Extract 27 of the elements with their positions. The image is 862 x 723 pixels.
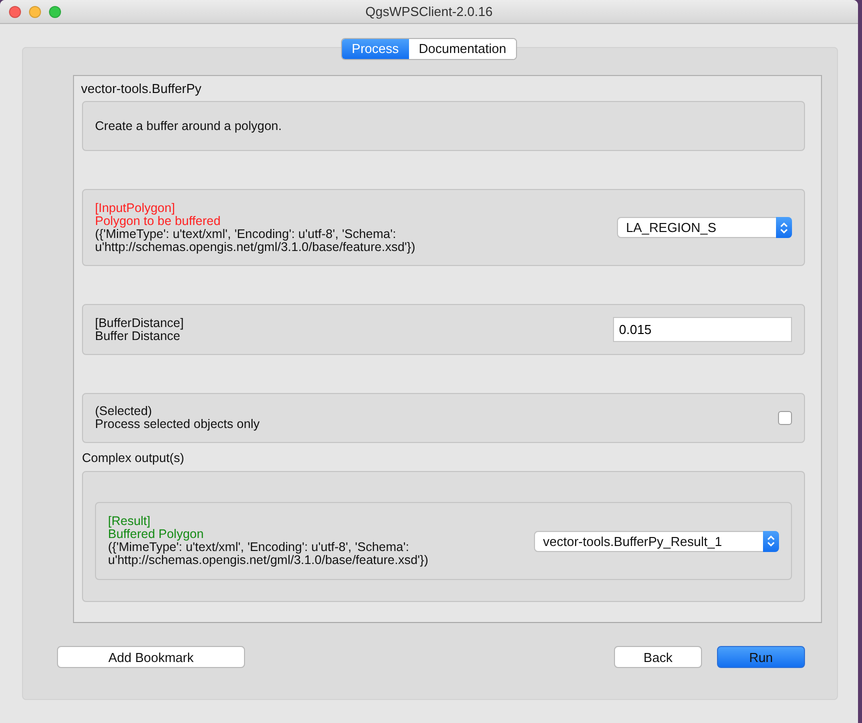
parameter-identifier: [BufferDistance] (95, 316, 184, 330)
run-button[interactable]: Run (717, 646, 805, 668)
parameter-title: Polygon to be buffered (95, 214, 222, 228)
tab[interactable]: Process (342, 39, 409, 59)
output-identifier: [Result] (108, 515, 152, 528)
parameter-identifier: (Selected) (95, 405, 152, 418)
bookmark-button[interactable]: Add Bookmark (57, 646, 245, 668)
zoom-button[interactable] (49, 6, 61, 18)
output-formats: ({'MimeType': u'text/xml', 'Encoding': u'utf-8', 'Schema': u'http://schemas.opengis.net/gml/3.1.0/base/feature.xsd'}) (108, 541, 430, 568)
parameter-identifier: [InputPolygon] (95, 202, 176, 215)
close-button[interactable] (9, 6, 21, 18)
window-title: QgsWPSClient-2.0.16 (365, 4, 493, 19)
output-title: Buffered Polygon (108, 528, 205, 542)
checkbox[interactable] (778, 411, 792, 426)
parameter-title: Buffer Distance (95, 330, 181, 343)
value-field[interactable]: 0.015 (613, 317, 792, 342)
chevron-icon (780, 222, 788, 234)
parameter-title: Process selected objects only (95, 418, 260, 432)
chevron-icon (767, 535, 775, 548)
process-title: vector-tools.BufferPy (81, 81, 202, 96)
minimize-button[interactable] (29, 6, 41, 18)
process-abstract: Create a buffer around a polygon. (95, 119, 282, 134)
layer-select[interactable]: LA_REGION_S (617, 217, 792, 238)
back-button[interactable]: Back (614, 646, 702, 668)
section-title: Complex output(s) (82, 451, 186, 466)
output-select[interactable]: vector-tools.BufferPy_Result_1 (534, 530, 779, 552)
parameter-formats: ({'MimeType': u'text/xml', 'Encoding': u'utf-8', 'Schema': u'http://schemas.opengis.net/gml/3.1.0/base/feature.xsd'}) (95, 228, 416, 254)
